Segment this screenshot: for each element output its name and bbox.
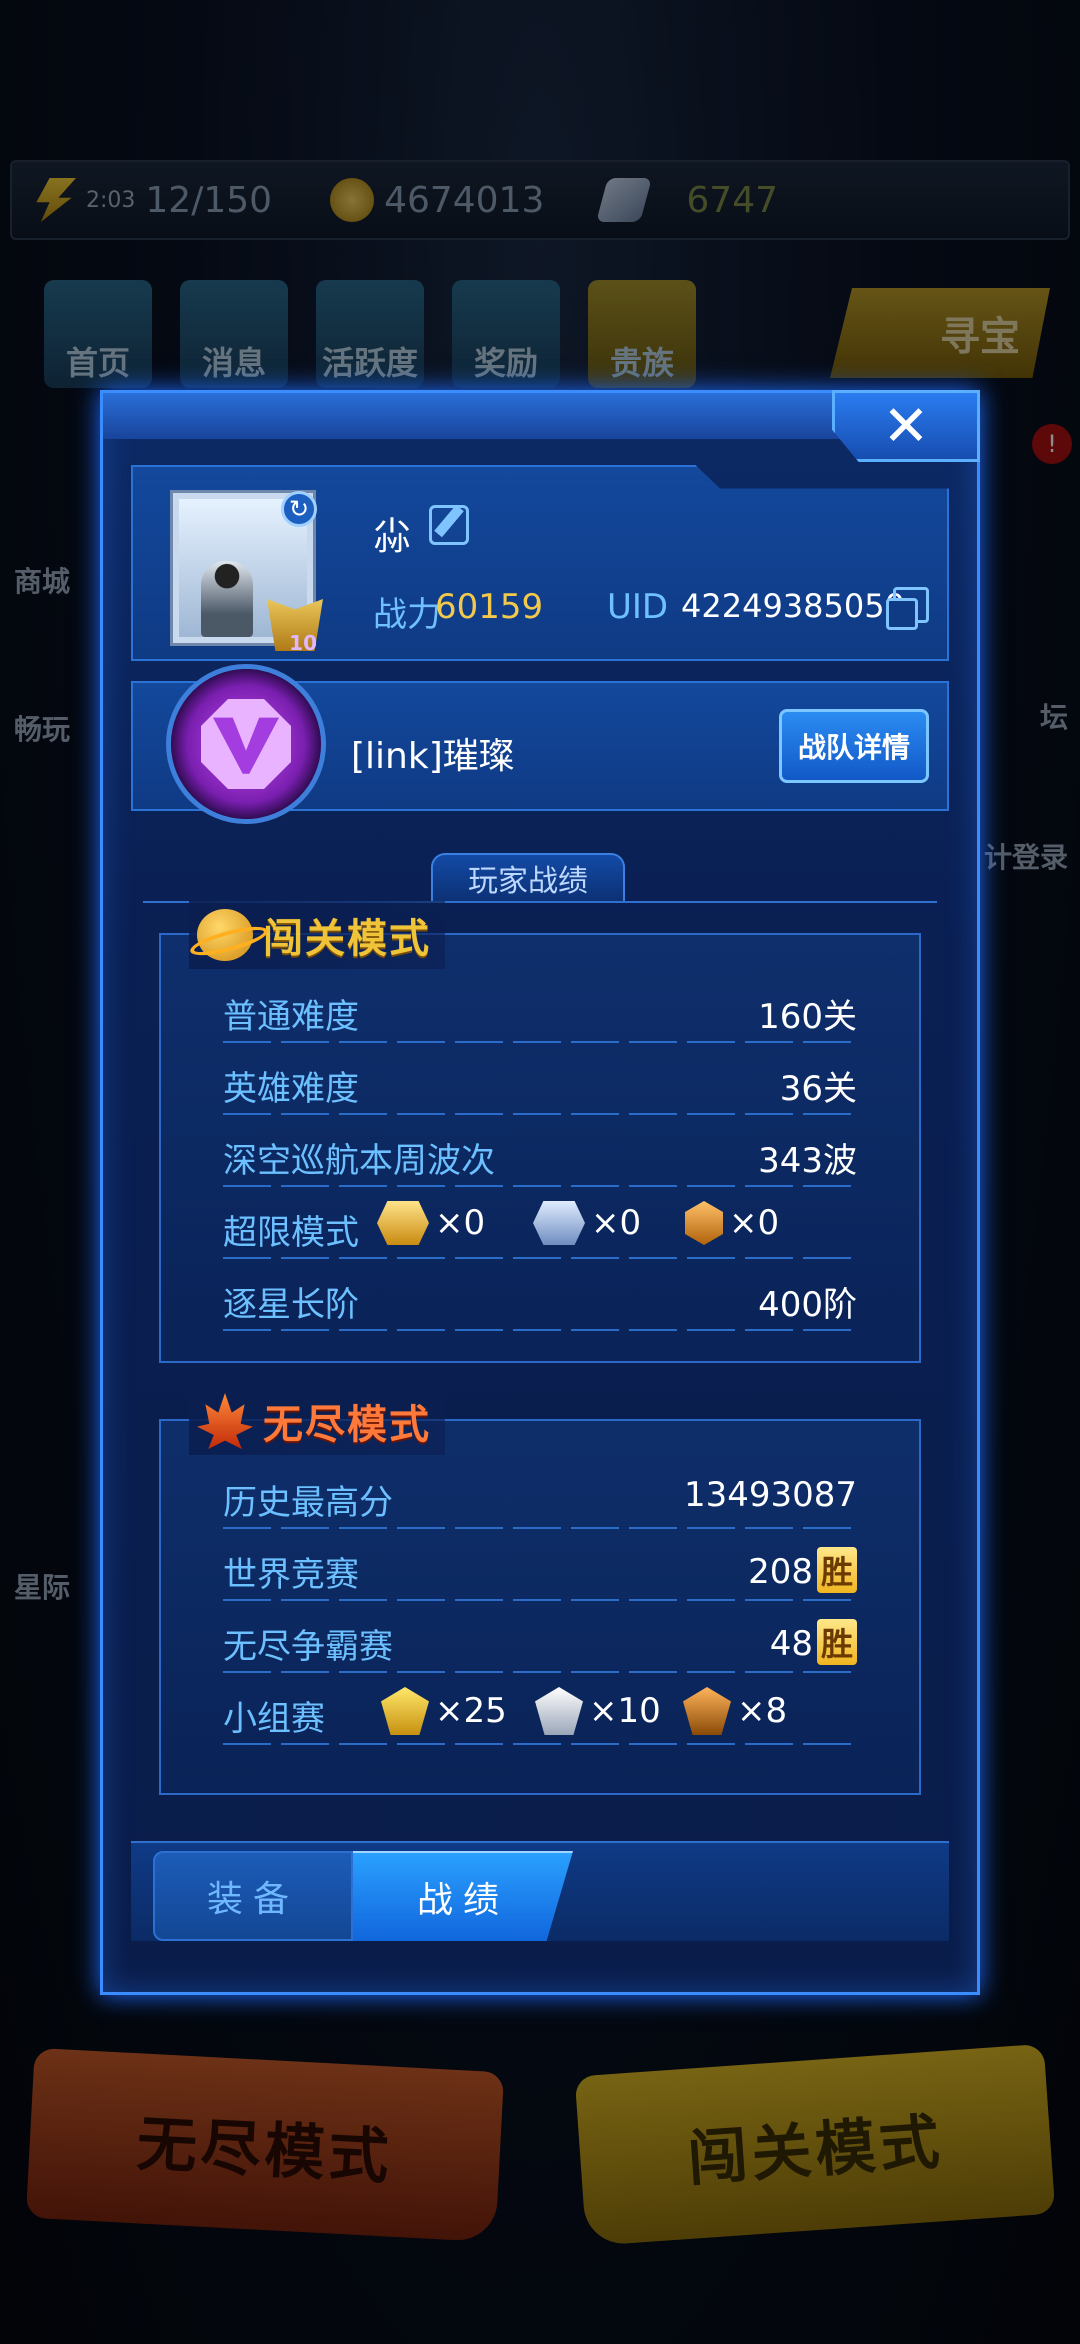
planet-icon xyxy=(197,909,253,961)
stat-label: 世界竞赛 xyxy=(223,1555,359,1595)
refresh-icon[interactable]: ↻ xyxy=(281,491,317,527)
stat-label: 小组赛 xyxy=(223,1699,325,1739)
stage-mode-stats: 闯关模式 普通难度 160关 英雄难度 36关 深空巡航本周波次 343波 超限… xyxy=(159,901,921,1363)
endless-mode-title: 无尽模式 xyxy=(189,1387,445,1455)
uid-value: 42249385050 xyxy=(681,587,905,625)
stat-row: 小组赛 ×25 ×10 ×8 xyxy=(223,1677,857,1749)
medal-count-value: ×0 xyxy=(435,1203,486,1243)
medal-count: ×0 xyxy=(685,1201,779,1245)
medal-count-value: ×10 xyxy=(589,1691,661,1731)
gold-star-medal-icon xyxy=(381,1687,429,1735)
stat-value: 36关 xyxy=(779,1069,857,1109)
team-name: [link]璀璨 xyxy=(351,736,515,777)
medal-count: ×8 xyxy=(683,1687,787,1735)
bronze-medal-icon xyxy=(685,1201,723,1245)
stat-label: 历史最高分 xyxy=(223,1483,393,1523)
row-divider xyxy=(223,1185,857,1187)
stat-value: 13493087 xyxy=(683,1475,857,1515)
row-divider xyxy=(223,1041,857,1043)
row-divider xyxy=(223,1257,857,1259)
row-divider xyxy=(223,1671,857,1673)
power-label: 战力 xyxy=(373,595,441,635)
silver-star-medal-icon xyxy=(535,1687,583,1735)
stage-mode-title: 闯关模式 xyxy=(189,901,445,969)
stat-value: 48 xyxy=(769,1624,813,1664)
player-info-modal: ✕ ↻ 10 尛 战力 60159 UID 42249385050 [link]… xyxy=(100,390,980,1995)
edit-icon[interactable] xyxy=(429,505,469,545)
stat-label: 英雄难度 xyxy=(223,1069,359,1109)
close-button[interactable]: ✕ xyxy=(832,390,980,462)
medal-count-value: ×0 xyxy=(729,1203,780,1243)
medal-count: ×0 xyxy=(533,1201,641,1245)
vip-level: 10 xyxy=(289,631,317,655)
tab-record[interactable]: 战绩 xyxy=(353,1851,573,1941)
team-details-button[interactable]: 战队详情 xyxy=(779,709,929,783)
medal-count-value: ×8 xyxy=(737,1691,788,1731)
profile-panel: ↻ 10 尛 战力 60159 UID 42249385050 xyxy=(131,465,949,661)
close-icon: ✕ xyxy=(882,393,930,459)
endless-mode-title-text: 无尽模式 xyxy=(263,1402,431,1448)
stat-row: 超限模式 ×0 ×0 ×0 xyxy=(223,1191,857,1263)
stat-row: 普通难度 160关 xyxy=(223,975,857,1047)
row-divider xyxy=(223,1329,857,1331)
copy-icon[interactable] xyxy=(886,587,929,630)
win-badge: 胜 xyxy=(816,1619,857,1665)
fire-icon xyxy=(197,1393,253,1449)
stat-label: 超限模式 xyxy=(223,1213,359,1253)
stat-row: 世界竞赛 208 胜 xyxy=(223,1533,857,1605)
medal-count: ×0 xyxy=(377,1201,485,1245)
stage-mode-title-text: 闯关模式 xyxy=(263,916,431,962)
stat-value: 160关 xyxy=(758,997,857,1037)
row-divider xyxy=(223,1113,857,1115)
endless-mode-stats: 无尽模式 历史最高分 13493087 世界竞赛 208 胜 无尽争霸赛 48 胜 … xyxy=(159,1387,921,1795)
stat-label: 普通难度 xyxy=(223,997,359,1037)
team-panel: [link]璀璨 战队详情 xyxy=(131,669,949,819)
stat-label: 无尽争霸赛 xyxy=(223,1627,393,1667)
stat-label: 逐星长阶 xyxy=(223,1285,359,1325)
stat-row: 深空巡航本周波次 343波 xyxy=(223,1119,857,1191)
team-emblem-hex xyxy=(201,699,291,789)
stat-row: 历史最高分 13493087 xyxy=(223,1461,857,1533)
silver-medal-icon xyxy=(533,1201,585,1245)
medal-count-value: ×25 xyxy=(435,1691,507,1731)
stat-value-group: 208 胜 xyxy=(748,1547,857,1593)
row-divider xyxy=(223,1599,857,1601)
stat-row: 逐星长阶 400阶 xyxy=(223,1263,857,1335)
gold-medal-icon xyxy=(377,1201,429,1245)
medal-count-value: ×0 xyxy=(591,1203,642,1243)
team-emblem-icon xyxy=(171,669,321,819)
uid-label: UID xyxy=(607,587,669,627)
medal-count: ×25 xyxy=(381,1687,507,1735)
medal-count: ×10 xyxy=(535,1687,661,1735)
section-title: 玩家战绩 xyxy=(431,853,625,901)
stat-value: 343波 xyxy=(758,1141,857,1181)
avatar-photo xyxy=(201,561,253,637)
stat-label: 深空巡航本周波次 xyxy=(223,1141,495,1181)
modal-tabs: 装备 战绩 xyxy=(131,1841,949,1941)
win-badge: 胜 xyxy=(816,1547,857,1593)
player-name: 尛 xyxy=(373,514,412,558)
power-value: 60159 xyxy=(435,587,544,627)
row-divider xyxy=(223,1743,857,1745)
row-divider xyxy=(223,1527,857,1529)
stat-row: 英雄难度 36关 xyxy=(223,1047,857,1119)
stat-row: 无尽争霸赛 48 胜 xyxy=(223,1605,857,1677)
stat-value-group: 48 胜 xyxy=(770,1619,857,1665)
stat-value: 400阶 xyxy=(758,1285,857,1325)
bronze-star-medal-icon xyxy=(683,1687,731,1735)
tab-equipment[interactable]: 装备 xyxy=(153,1851,353,1941)
stat-value: 208 xyxy=(748,1552,813,1592)
avatar[interactable]: ↻ 10 xyxy=(173,491,323,655)
